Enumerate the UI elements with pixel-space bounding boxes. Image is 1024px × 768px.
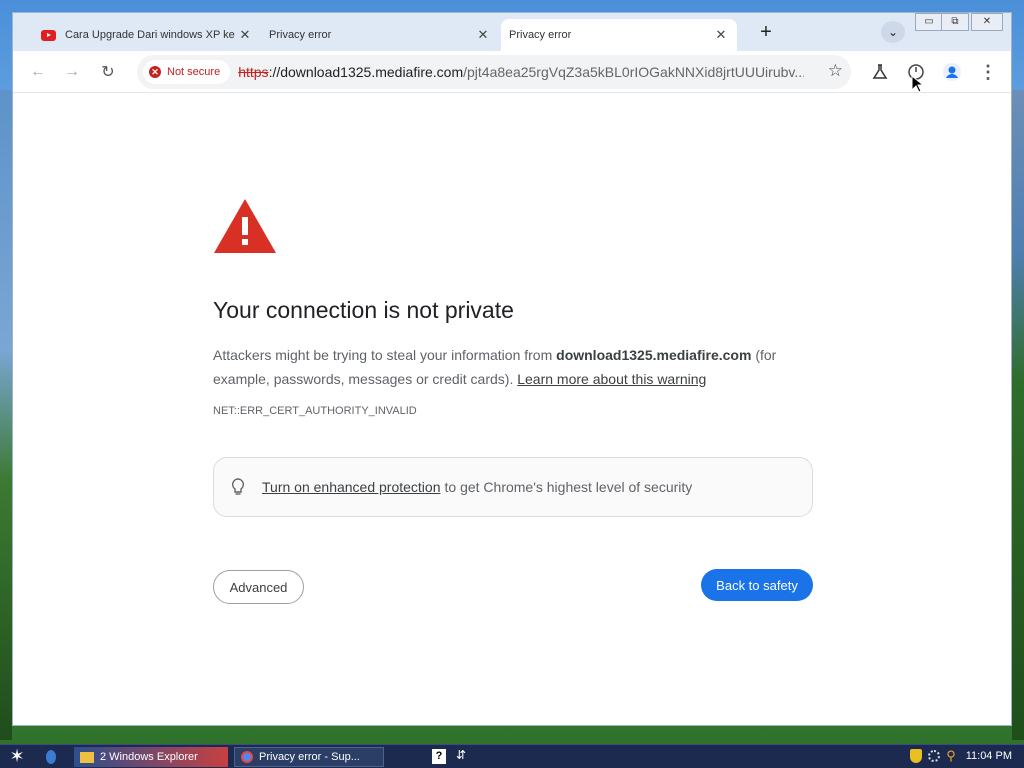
taskbar-chrome-label: Privacy error - Sup... (259, 751, 360, 763)
bookmark-star-icon[interactable]: ☆ (828, 61, 843, 81)
enhanced-protection-link[interactable]: Turn on enhanced protection (262, 479, 441, 495)
lightbulb-icon (214, 478, 262, 496)
back-button[interactable]: ← (25, 59, 51, 85)
description-prefix: Attackers might be trying to steal your … (213, 347, 557, 363)
reload-button[interactable]: ↻ (95, 59, 121, 85)
youtube-icon (41, 29, 56, 41)
tab-label: Privacy error (269, 29, 332, 41)
system-tray: ⚲ 11:04 PM (910, 748, 1012, 764)
help-tray-icon[interactable]: ? (432, 749, 446, 764)
labs-flask-icon[interactable] (867, 59, 893, 85)
url-path: /pjt4a8ea25rgVqZ3a5kBL0rIOGakNNXid8jrtUU… (463, 64, 805, 80)
interstitial-page: Your connection is not private Attackers… (13, 93, 1011, 725)
tab-youtube[interactable]: Cara Upgrade Dari windows XP ke ✕ (33, 19, 261, 51)
security-shield-icon[interactable] (910, 749, 923, 763)
quick-launch-ie-icon[interactable] (40, 747, 62, 767)
back-to-safety-button[interactable]: Back to safety (701, 569, 813, 601)
url-scheme: https (238, 64, 269, 80)
close-tab-icon[interactable]: ✕ (237, 27, 253, 43)
security-chip-label: Not secure (167, 66, 221, 78)
profile-avatar-icon[interactable] (939, 59, 965, 85)
close-tab-icon[interactable]: ✕ (713, 27, 729, 43)
taskbar: ✶ 2 Windows Explorer Privacy error - Sup… (0, 744, 1024, 768)
tab-search-button[interactable]: ⌄ (881, 21, 905, 43)
maximize-button[interactable]: ⧉ (941, 13, 969, 31)
close-tab-icon[interactable]: ✕ (475, 27, 491, 43)
url-text[interactable]: https://download1325.mediafire.com/pjt4a… (238, 64, 804, 80)
tab-label: Cara Upgrade Dari windows XP ke (65, 29, 235, 41)
not-secure-icon: ✕ (149, 66, 161, 78)
folder-icon (80, 751, 94, 763)
close-window-button[interactable]: ✕ (971, 13, 1003, 31)
warning-triangle-icon (214, 199, 276, 253)
menu-kebab-icon[interactable]: ⋮ (975, 59, 1001, 85)
taskbar-explorer-label: 2 Windows Explorer (100, 751, 198, 763)
mouse-cursor-icon (911, 75, 923, 93)
browser-toolbar: ← → ↻ ✕ Not secure https://download1325.… (13, 51, 1011, 93)
browser-window: Cara Upgrade Dari windows XP ke ✕ Privac… (12, 12, 1012, 726)
taskbar-item-chrome[interactable]: Privacy error - Sup... (234, 747, 384, 767)
taskbar-item-explorer[interactable]: 2 Windows Explorer (74, 747, 228, 767)
search-tray-icon[interactable]: ⚲ (946, 748, 956, 764)
error-code: NET::ERR_CERT_AUTHORITY_INVALID (213, 405, 417, 417)
desktop-background-left (0, 90, 12, 740)
warning-description: Attackers might be trying to steal your … (213, 343, 833, 391)
forward-button[interactable]: → (59, 59, 85, 85)
desktop-background-right (1012, 90, 1024, 740)
page-title: Your connection is not private (213, 297, 514, 323)
url-host: ://download1325.mediafire.com (268, 64, 464, 80)
enhanced-protection-box: Turn on enhanced protection to get Chrom… (213, 457, 813, 517)
address-bar[interactable]: ✕ Not secure https://download1325.mediaf… (137, 55, 851, 89)
start-button-icon[interactable]: ✶ (6, 747, 28, 767)
learn-more-link[interactable]: Learn more about this warning (517, 371, 706, 387)
tab-strip: Cara Upgrade Dari windows XP ke ✕ Privac… (13, 13, 1011, 51)
brightness-icon[interactable] (928, 750, 941, 762)
chrome-icon (241, 751, 253, 763)
description-host: download1325.mediafire.com (556, 347, 752, 363)
network-tray-icon[interactable]: ⇵ (456, 748, 466, 762)
tab-privacy-error-active[interactable]: Privacy error ✕ (501, 19, 737, 51)
minimize-button[interactable]: ▭ (915, 13, 943, 31)
new-tab-button[interactable]: + (755, 22, 777, 44)
tab-privacy-error[interactable]: Privacy error ✕ (261, 19, 499, 51)
tab-label: Privacy error (509, 29, 572, 41)
advanced-button[interactable]: Advanced (213, 570, 304, 604)
clock[interactable]: 11:04 PM (966, 750, 1012, 762)
enhanced-protection-text: to get Chrome's highest level of securit… (444, 479, 693, 495)
security-chip[interactable]: ✕ Not secure (143, 60, 231, 84)
